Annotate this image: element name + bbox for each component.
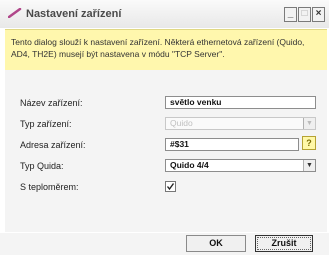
help-icon[interactable]: ?	[302, 136, 316, 150]
device-name-label: Název zařízení:	[20, 98, 83, 108]
info-notice: Tento dialog slouží k nastavení zařízení…	[5, 29, 327, 71]
minimize-button[interactable]: _	[284, 7, 297, 22]
quido-type-value: Quido 4/4	[170, 160, 209, 170]
quido-type-label: Typ Quida:	[20, 161, 64, 171]
info-notice-text: Tento dialog slouží k nastavení zařízení…	[11, 37, 305, 59]
device-name-input[interactable]: světlo venku	[165, 96, 316, 109]
window-title: Nastavení zařízení	[26, 8, 122, 20]
cancel-button[interactable]: Zrušit	[255, 235, 313, 252]
quido-type-select[interactable]: Quido 4/4 ▼	[165, 159, 316, 172]
title-bar[interactable]: Nastavení zařízení _ □ ×	[0, 0, 329, 28]
device-name-value: světlo venku	[170, 97, 222, 107]
pencil-icon	[8, 8, 22, 18]
dialog-window: Nastavení zařízení _ □ × Tento dialog sl…	[0, 0, 329, 255]
device-type-value: Quido	[170, 118, 193, 128]
cancel-button-label: Zrušit	[257, 237, 311, 250]
button-bar: OK Zrušit	[0, 233, 329, 255]
thermometer-label: S teploměrem:	[20, 182, 79, 192]
chevron-down-icon: ▼	[303, 160, 315, 171]
thermometer-checkbox[interactable]	[165, 181, 176, 192]
device-type-label: Typ zařízení:	[20, 119, 72, 129]
device-type-select[interactable]: Quido ▼	[165, 117, 316, 130]
form-panel	[5, 70, 327, 232]
device-address-input[interactable]: #$31	[165, 138, 299, 151]
checkmark-icon	[166, 183, 175, 191]
chevron-down-icon: ▼	[303, 118, 315, 129]
device-address-label: Adresa zařízení:	[20, 140, 86, 150]
maximize-button[interactable]: □	[298, 7, 311, 22]
device-address-value: #$31	[170, 139, 189, 149]
ok-button[interactable]: OK	[186, 235, 246, 252]
close-button[interactable]: ×	[312, 7, 325, 22]
